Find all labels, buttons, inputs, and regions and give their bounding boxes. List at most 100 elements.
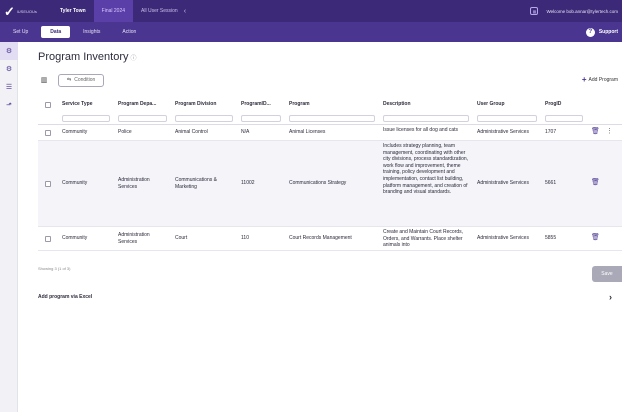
- trash-icon[interactable]: 🗑: [591, 234, 600, 242]
- settings-gear-icon[interactable]: ⚙: [0, 42, 18, 60]
- tab-setup[interactable]: Set Up: [4, 26, 37, 38]
- col-progid[interactable]: ProgID: [541, 101, 587, 108]
- scenario-pill[interactable]: Final 2024: [93, 0, 134, 22]
- page-title: Program Inventory ⓘ: [38, 51, 137, 63]
- filter-user-group[interactable]: [473, 113, 541, 124]
- logo-check-icon: ✓: [4, 3, 15, 19]
- filter-input[interactable]: [545, 115, 583, 122]
- checkbox-box: [45, 101, 51, 108]
- filter-input[interactable]: [241, 115, 281, 122]
- filter-progid[interactable]: [541, 113, 587, 124]
- cell-user-group: Administrative Services: [477, 235, 529, 242]
- filter-input[interactable]: [383, 115, 469, 122]
- settings-gears-icon[interactable]: ⚙: [0, 60, 18, 78]
- select-all-checkbox[interactable]: [38, 101, 58, 108]
- info-icon[interactable]: ⓘ: [130, 56, 136, 62]
- filter-department[interactable]: [114, 113, 171, 124]
- col-program-division[interactable]: Program Division: [171, 101, 237, 108]
- plus-icon: +: [581, 75, 587, 84]
- add-program-button[interactable]: + Add Program: [582, 75, 618, 84]
- filter-input[interactable]: [477, 115, 537, 122]
- row-actions: 🗑 ⋮: [587, 125, 622, 140]
- session-selector[interactable]: All User Session ‹: [133, 0, 194, 22]
- save-button[interactable]: Save: [592, 266, 622, 282]
- checkbox-box: [45, 129, 51, 136]
- cell-division: Court: [175, 235, 188, 242]
- filter-description[interactable]: [379, 113, 473, 124]
- cell-description: Issue licenses for all dog and cats: [383, 127, 459, 133]
- cell-program-id: 110: [241, 235, 249, 242]
- top-bar: ✓ lUSEUOUs Tyler Town Final 2024 All Use…: [0, 0, 622, 22]
- tab-bar: Set Up Data Insights Action ? Support: [0, 22, 622, 42]
- condition-label: Condition: [74, 77, 96, 83]
- chart-icon[interactable]: ⬏: [0, 96, 18, 114]
- logo-text: lUSEUOUs: [16, 8, 37, 14]
- cell-program-id: 11002: [241, 180, 255, 187]
- col-service-type[interactable]: Service Type: [58, 101, 114, 108]
- chevron-right-icon[interactable]: ›: [609, 292, 612, 302]
- filter-spacer: [587, 113, 622, 124]
- condition-button[interactable]: ⇆ Condition: [58, 73, 105, 87]
- table-row[interactable]: Community Police Animal Control N/A Anim…: [38, 125, 622, 141]
- tab-data[interactable]: Data: [41, 26, 71, 38]
- support-link[interactable]: ? Support: [585, 27, 622, 37]
- trash-icon[interactable]: 🗑: [591, 128, 600, 136]
- col-description[interactable]: Description: [379, 101, 473, 108]
- cell-division: Animal Control: [175, 129, 208, 136]
- cell-progid: 1707: [545, 129, 557, 136]
- filter-input[interactable]: [118, 115, 167, 122]
- col-user-group[interactable]: User Group: [473, 101, 541, 108]
- table-header-row: Service Type Program Depa... Program Div…: [38, 96, 622, 113]
- page-title-text: Program Inventory: [38, 51, 129, 63]
- row-actions: 🗑: [587, 227, 622, 250]
- filter-program-id[interactable]: [237, 113, 285, 124]
- col-program-department[interactable]: Program Depa...: [114, 101, 171, 108]
- col-program[interactable]: Program: [285, 101, 379, 108]
- table-row[interactable]: Community Administration Services Court …: [38, 227, 622, 251]
- cell-service-type: Community: [62, 129, 88, 136]
- city-name[interactable]: Tyler Town: [52, 0, 94, 22]
- filter-input[interactable]: [289, 115, 375, 122]
- welcome-user[interactable]: Welcome bob.annar@tylertech.com: [546, 9, 622, 14]
- app-logo[interactable]: ✓ lUSEUOUs: [0, 0, 52, 22]
- help-icon[interactable]: ▦: [530, 7, 539, 15]
- tab-action[interactable]: Action: [113, 26, 145, 38]
- cell-user-group: Administrative Services: [477, 129, 529, 136]
- cell-department: Administration Services: [118, 176, 150, 190]
- checkbox-box: [45, 235, 51, 242]
- filter-input[interactable]: [175, 115, 233, 122]
- col-program-id[interactable]: ProgramID...: [237, 101, 285, 108]
- cell-program: Court Records Management: [289, 235, 352, 242]
- table-toolbar: ▥ ⇆ Condition + Add Program: [38, 72, 622, 88]
- row-actions: 🗑: [587, 141, 622, 226]
- filter-row: [38, 113, 622, 125]
- cell-service-type: Community: [62, 235, 88, 242]
- tab-insights[interactable]: Insights: [74, 26, 109, 38]
- cell-department: Police: [118, 129, 132, 136]
- cell-service-type: Community: [62, 180, 88, 187]
- filter-program[interactable]: [285, 113, 379, 124]
- filter-input[interactable]: [62, 115, 110, 122]
- add-program-label: Add Program: [588, 76, 618, 83]
- session-label: All User Session: [141, 8, 178, 14]
- table-row[interactable]: Community Administration Services Commun…: [38, 141, 622, 227]
- cell-progid: 5855: [545, 235, 557, 242]
- trash-icon[interactable]: 🗑: [591, 179, 600, 187]
- cell-user-group: Administrative Services: [477, 180, 529, 187]
- more-icon[interactable]: ⋮: [606, 128, 613, 136]
- cell-description: Includes strategy planning, team managem…: [383, 143, 469, 196]
- cell-department: Administration Services: [118, 231, 150, 245]
- add-via-excel-row[interactable]: Add program via Excel ›: [38, 288, 622, 306]
- cell-program: Animal Licenses: [289, 129, 326, 136]
- filter-division[interactable]: [171, 113, 237, 124]
- chevron-left-icon[interactable]: ‹: [184, 8, 186, 15]
- filter-service-type[interactable]: [58, 113, 114, 124]
- row-checkbox[interactable]: [38, 141, 58, 226]
- support-icon: ?: [585, 27, 595, 37]
- program-table: Service Type Program Depa... Program Div…: [38, 96, 622, 251]
- row-checkbox[interactable]: [38, 125, 58, 140]
- cell-description: Create and Maintain Court Records, Order…: [383, 229, 464, 249]
- row-checkbox[interactable]: [38, 227, 58, 250]
- list-icon[interactable]: ☰: [0, 78, 18, 96]
- columns-icon[interactable]: ▥: [38, 74, 50, 86]
